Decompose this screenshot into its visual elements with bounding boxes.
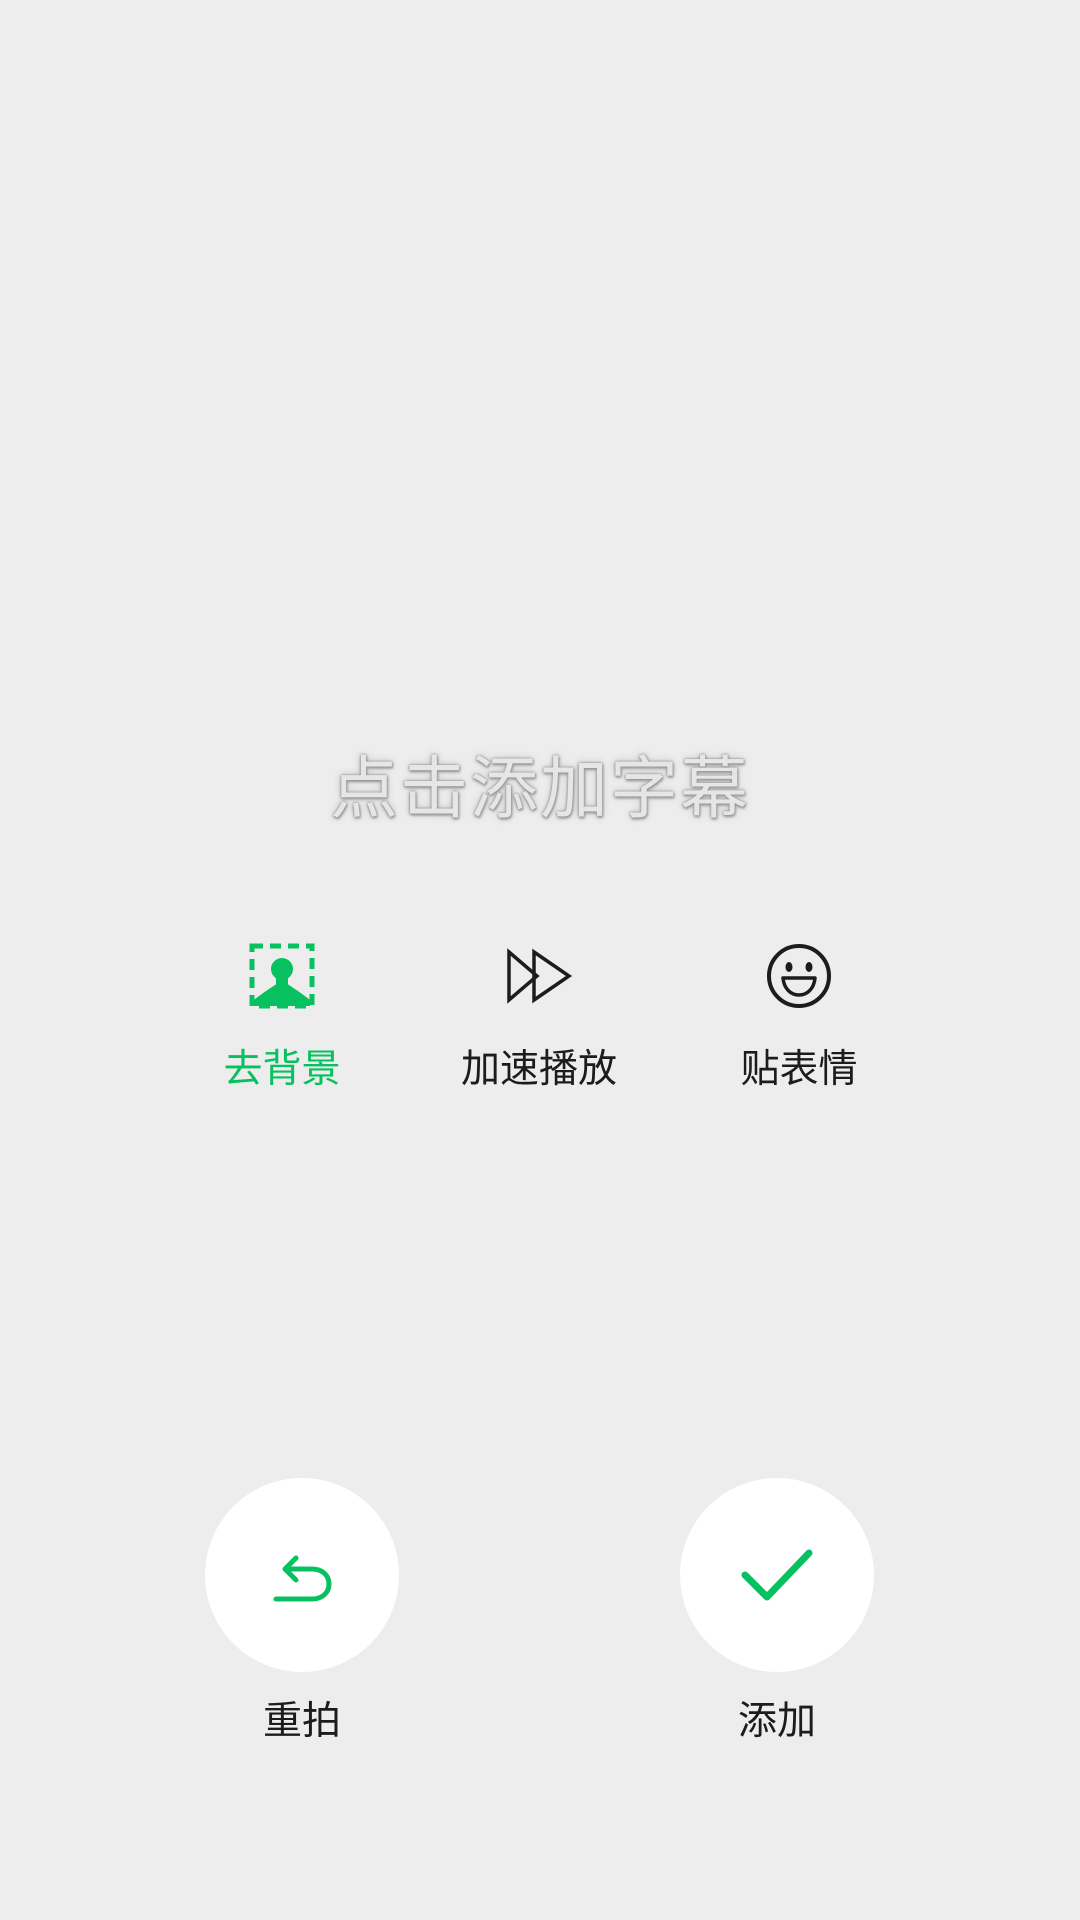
tool-label: 贴表情 [740, 1047, 858, 1092]
fast-forward-icon [507, 948, 573, 1004]
tool-fast-playback[interactable]: 加速播放 [419, 940, 659, 1098]
add-label: 添加 [737, 1699, 816, 1744]
retake-label: 重拍 [262, 1699, 341, 1744]
checkmark-icon [741, 1549, 813, 1601]
undo-arrow-icon [273, 1555, 332, 1602]
tool-sticker[interactable]: 贴表情 [679, 940, 919, 1098]
tool-label: 去背景 [223, 1047, 341, 1092]
smiley-icon [767, 944, 831, 1008]
add-subtitle-hint[interactable]: 点击添加字幕 [0, 740, 1080, 840]
add-button[interactable] [680, 1478, 874, 1672]
person-background-remove-icon [249, 943, 315, 1009]
tool-remove-background[interactable]: 去背景 [162, 940, 402, 1098]
retake-button[interactable] [205, 1478, 399, 1672]
tool-label: 加速播放 [460, 1047, 617, 1092]
video-edit-screen: 点击添加字幕 去背景 加速播放 贴表情 重拍 添加 [0, 0, 1080, 1920]
